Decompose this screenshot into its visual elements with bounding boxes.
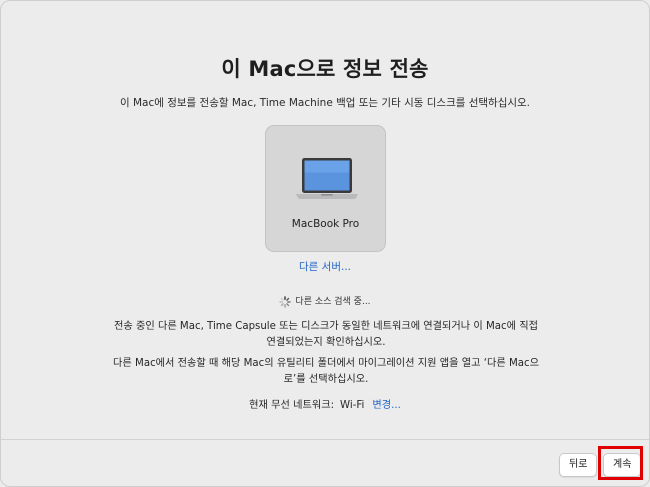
page-subtitle: 이 Mac에 정보를 전송할 Mac, Time Machine 백업 또는 기… bbox=[119, 97, 531, 109]
network-value: Wi-Fi bbox=[340, 400, 365, 411]
other-server-link[interactable]: 다른 서버... bbox=[1, 259, 649, 274]
continue-button[interactable]: 계속 bbox=[603, 453, 642, 477]
instruction-other-mac: 다른 Mac에서 전송할 때 해당 Mac의 유틸리티 폴더에서 마이그레이션 … bbox=[113, 358, 539, 385]
footer-divider bbox=[1, 439, 649, 440]
network-label: 현재 무선 네트워크: bbox=[249, 400, 335, 411]
device-name: MacBook Pro bbox=[291, 218, 360, 230]
search-status: 다른 소스 검색 중... bbox=[1, 294, 649, 308]
migration-assistant-window: 이 Mac으로 정보 전송 이 Mac에 정보를 전송할 Mac, Time M… bbox=[0, 0, 650, 487]
instruction-network: 전송 중인 다른 Mac, Time Capsule 또는 디스크가 동일한 네… bbox=[113, 321, 539, 348]
spinner-icon bbox=[279, 295, 292, 308]
search-status-text: 다른 소스 검색 중... bbox=[295, 297, 371, 307]
change-network-link[interactable]: 변경... bbox=[372, 400, 400, 411]
page-title: 이 Mac으로 정보 전송 bbox=[221, 57, 429, 81]
laptop-icon bbox=[296, 158, 358, 199]
back-button[interactable]: 뒤로 bbox=[559, 453, 598, 477]
device-option-macbook-pro[interactable]: MacBook Pro bbox=[265, 125, 386, 252]
network-info: 현재 무선 네트워크: Wi-Fi 변경... bbox=[1, 396, 649, 411]
